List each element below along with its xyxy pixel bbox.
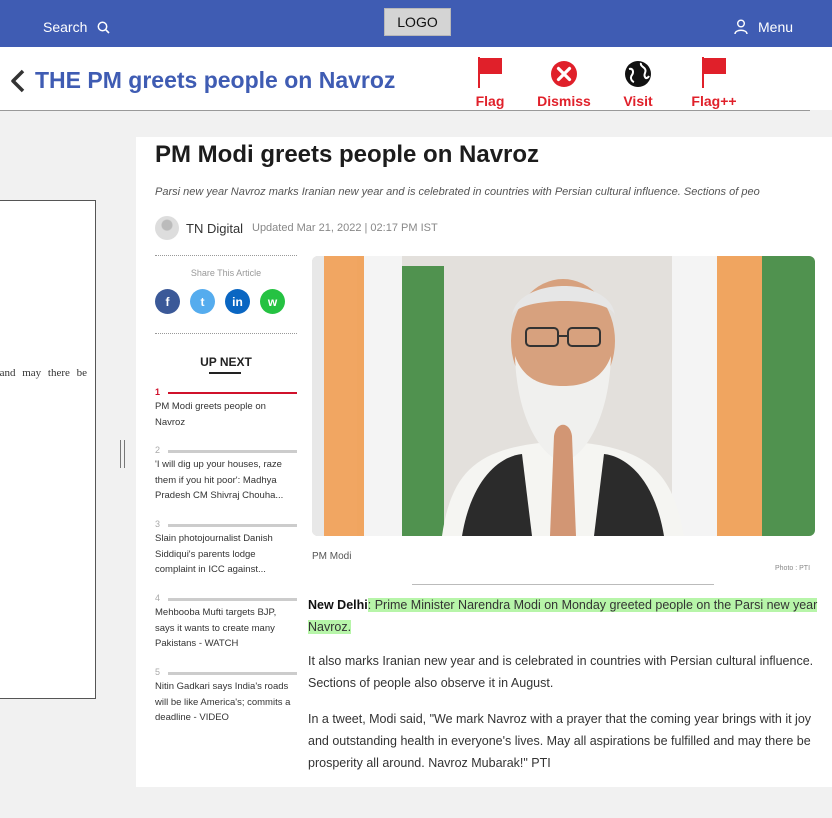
flag-plus-label: Flag++ bbox=[691, 93, 737, 109]
pane-splitter-handle[interactable] bbox=[120, 440, 125, 468]
search-button[interactable]: Search bbox=[43, 19, 110, 35]
globe-icon bbox=[625, 61, 651, 87]
search-icon bbox=[97, 21, 110, 34]
up-next-item[interactable]: 2 'I will dig up your houses, raze them … bbox=[155, 445, 297, 504]
menu-button[interactable]: Menu bbox=[734, 19, 793, 35]
up-next-underline bbox=[209, 372, 241, 374]
dismiss-button[interactable]: Dismiss bbox=[536, 55, 592, 109]
article-author[interactable]: TN Digital bbox=[186, 221, 243, 236]
search-label: Search bbox=[43, 19, 88, 35]
logo[interactable]: LOGO bbox=[384, 8, 451, 36]
article-screenshot: PM Modi greets people on Navroz Parsi ne… bbox=[136, 137, 832, 787]
twitter-share-button[interactable]: t bbox=[190, 289, 215, 314]
photo-credit: Photo : PTI bbox=[775, 565, 811, 572]
top-bar: Search LOGO Menu bbox=[0, 0, 832, 47]
up-next-heading: UP NEXT bbox=[200, 355, 252, 369]
document-text: and may there be bbox=[0, 367, 87, 379]
visit-button[interactable]: Visit bbox=[620, 55, 656, 109]
article-photo[interactable] bbox=[312, 256, 815, 536]
dateline: New Delhi bbox=[308, 598, 368, 612]
chevron-left-icon bbox=[11, 69, 25, 93]
up-next-item[interactable]: 4 Mehbooba Mufti targets BJP, says it wa… bbox=[155, 593, 297, 652]
red-flag-icon bbox=[478, 57, 502, 88]
flag-plus-button[interactable]: Flag++ bbox=[688, 55, 740, 109]
caption-divider bbox=[412, 584, 714, 585]
document-pane: and may there be bbox=[0, 200, 96, 699]
dismiss-label: Dismiss bbox=[537, 93, 591, 109]
avatar bbox=[155, 216, 179, 240]
flag-button[interactable]: Flag bbox=[474, 55, 506, 109]
up-next-item[interactable]: 3 Slain photojournalist Danish Siddiqui'… bbox=[155, 519, 297, 578]
up-next-item[interactable]: 1 PM Modi greets people on Navroz bbox=[155, 387, 297, 430]
article-paragraph: In a tweet, Modi said, "We mark Navroz w… bbox=[308, 712, 812, 770]
page-headline: THE PM greets people on Navroz bbox=[35, 67, 396, 93]
article-paragraph: It also marks Iranian new year and is ce… bbox=[308, 654, 814, 690]
photo-caption: PM Modi bbox=[312, 551, 352, 562]
highlighted-text[interactable]: : Prime Minister Narendra Modi on Monday… bbox=[308, 598, 818, 634]
flag-label: Flag bbox=[475, 93, 505, 109]
up-next-item[interactable]: 5 Nitin Gadkari says India's roads will … bbox=[155, 667, 297, 726]
x-circle-icon bbox=[551, 61, 577, 87]
article-updated: Updated Mar 21, 2022 | 02:17 PM IST bbox=[252, 222, 438, 234]
menu-label: Menu bbox=[758, 19, 794, 35]
header-divider bbox=[0, 110, 810, 111]
header-row: THE PM greets people on Navroz Flag Dism… bbox=[0, 47, 832, 110]
divider bbox=[155, 333, 297, 334]
whatsapp-share-button[interactable]: w bbox=[260, 289, 285, 314]
back-button[interactable] bbox=[10, 69, 26, 98]
divider bbox=[155, 255, 297, 256]
facebook-share-button[interactable]: f bbox=[155, 289, 180, 314]
share-label: Share This Article bbox=[190, 268, 262, 278]
article-title: PM Modi greets people on Navroz bbox=[155, 141, 540, 168]
article-subtitle: Parsi new year Navroz marks Iranian new … bbox=[155, 186, 760, 198]
user-icon bbox=[734, 19, 748, 35]
photo-illustration bbox=[312, 256, 815, 536]
linkedin-share-button[interactable]: in bbox=[225, 289, 250, 314]
visit-label: Visit bbox=[623, 93, 653, 109]
red-flag-icon bbox=[702, 57, 726, 88]
article-paragraph: New Delhi: Prime Minister Narendra Modi … bbox=[308, 594, 823, 638]
